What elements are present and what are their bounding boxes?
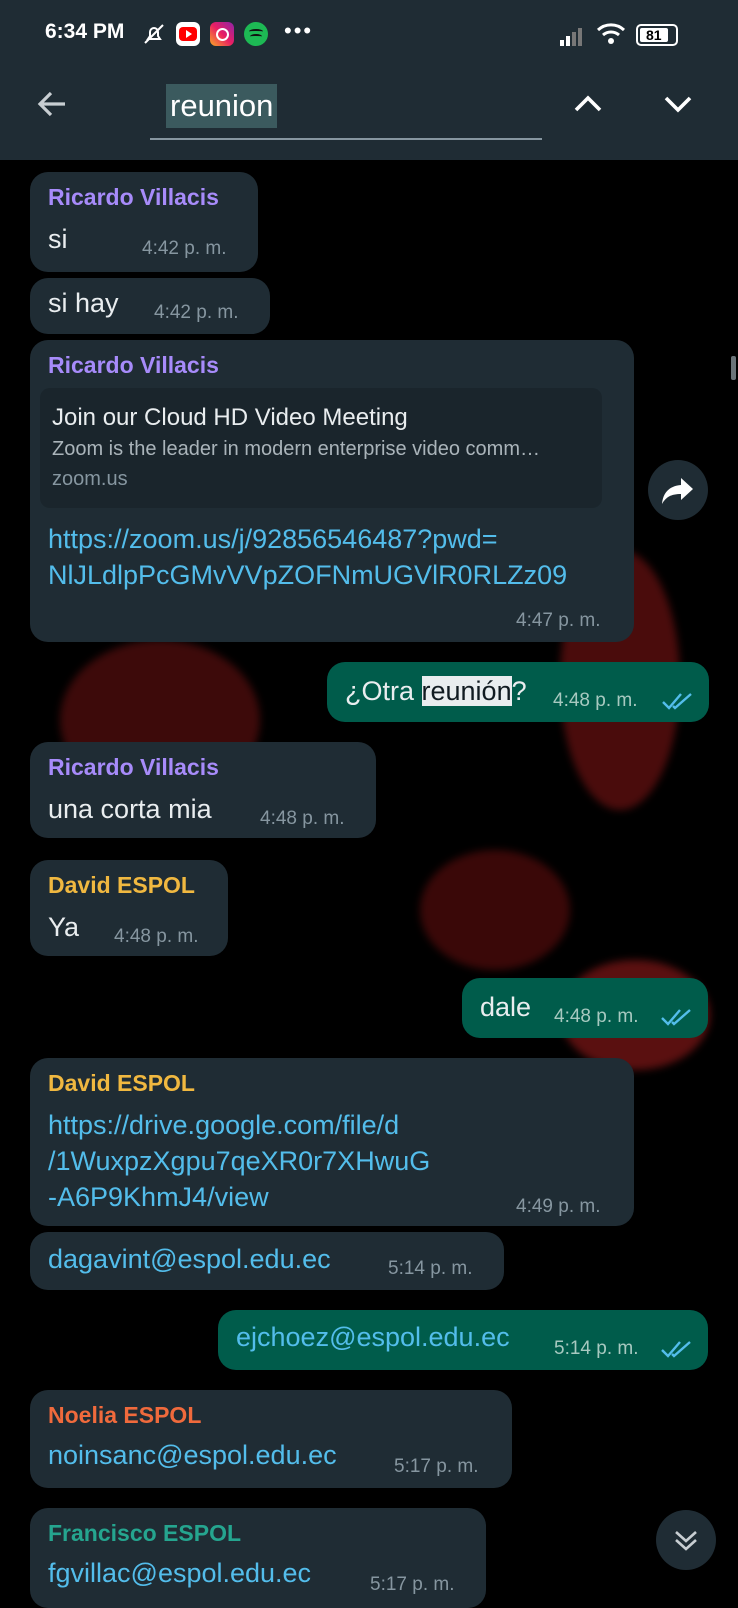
sender-name: David ESPOL (48, 1070, 195, 1096)
message-email[interactable]: fgvillac@espol.edu.ec (48, 1558, 311, 1589)
sender-name: Francisco ESPOL (48, 1520, 242, 1546)
back-arrow-icon[interactable] (35, 87, 69, 121)
text-before: ¿Otra (345, 676, 422, 706)
message-bubble[interactable]: ¿Otra reunión? 4:48 p. m. (327, 662, 709, 722)
message-time: 4:48 p. m. (553, 690, 638, 711)
message-time: 5:17 p. m. (394, 1456, 479, 1477)
instagram-icon (210, 22, 234, 46)
sender-name: Ricardo Villacis (48, 184, 219, 210)
sender-name: Ricardo Villacis (48, 352, 219, 378)
message-time: 4:42 p. m. (154, 302, 239, 323)
message-bubble[interactable]: dagavint@espol.edu.ec 5:14 p. m. (30, 1232, 504, 1290)
message-bubble[interactable]: Ricardo Villacis si 4:42 p. m. (30, 172, 258, 272)
message-time: 5:14 p. m. (554, 1338, 639, 1359)
message-link[interactable]: https://zoom.us/j/92856546487?pwd= (48, 524, 498, 555)
chevron-down-icon[interactable] (662, 92, 694, 116)
message-bubble[interactable]: ejchoez@espol.edu.ec 5:14 p. m. (218, 1310, 708, 1370)
wifi-icon (596, 23, 626, 44)
preview-title: Join our Cloud HD Video Meeting (52, 404, 408, 431)
message-text: si hay (48, 288, 119, 318)
message-time: 4:47 p. m. (516, 610, 601, 631)
sender-name: Ricardo Villacis (48, 754, 219, 780)
read-ticks-icon (661, 1009, 691, 1026)
preview-domain: zoom.us (52, 468, 128, 490)
message-text: una corta mia (48, 794, 212, 824)
search-input[interactable]: reunion (166, 84, 278, 128)
message-link[interactable]: NlJLdlpPcGMvVVpZOFNmUGVlR0RLZz09 (48, 560, 567, 591)
message-bubble[interactable]: Ricardo Villacis una corta mia 4:48 p. m… (30, 742, 376, 838)
message-time: 4:48 p. m. (260, 808, 345, 829)
link-preview[interactable]: Join our Cloud HD Video Meeting Zoom is … (40, 388, 602, 508)
battery-icon: 81 (636, 24, 678, 46)
message-bubble[interactable]: dale 4:48 p. m. (462, 978, 708, 1038)
chevron-up-icon[interactable] (572, 92, 604, 116)
message-bubble[interactable]: Noelia ESPOL noinsanc@espol.edu.ec 5:17 … (30, 1390, 512, 1488)
wallpaper-shape (420, 850, 570, 970)
message-text: dale (480, 992, 532, 1022)
youtube-icon (176, 22, 200, 46)
mute-icon (144, 24, 164, 44)
message-time: 5:14 p. m. (388, 1258, 473, 1279)
message-time: 4:42 p. m. (142, 238, 227, 259)
message-bubble[interactable]: si hay 4:42 p. m. (30, 278, 270, 334)
message-bubble[interactable]: David ESPOL Ya 4:48 p. m. (30, 860, 228, 956)
search-underline (150, 138, 542, 140)
message-email[interactable]: dagavint@espol.edu.ec (48, 1244, 331, 1275)
scrollbar[interactable] (731, 356, 736, 380)
scroll-down-button[interactable] (656, 1510, 716, 1570)
message-text: si (48, 224, 68, 254)
scroll-down-icon (675, 1531, 697, 1551)
read-ticks-icon (661, 1341, 691, 1358)
search-highlight: reunión (421, 676, 512, 706)
message-text: Ya (48, 912, 80, 942)
message-time: 4:48 p. m. (554, 1006, 639, 1027)
status-time: 6:34 PM (45, 20, 125, 43)
message-bubble[interactable]: Ricardo Villacis Join our Cloud HD Video… (30, 340, 634, 642)
message-bubble[interactable]: David ESPOL https://drive.google.com/fil… (30, 1058, 634, 1226)
message-email[interactable]: noinsanc@espol.edu.ec (48, 1440, 337, 1471)
signal-icon (560, 28, 582, 46)
sender-name: Noelia ESPOL (48, 1402, 202, 1428)
message-time: 4:48 p. m. (114, 926, 199, 947)
battery-level: 81 (646, 27, 662, 43)
share-button[interactable] (648, 460, 708, 520)
spotify-icon (244, 22, 268, 46)
share-icon (662, 478, 693, 504)
sender-name: David ESPOL (48, 872, 195, 898)
read-ticks-icon (662, 693, 692, 710)
top-bar: 6:34 PM ••• 81 reunion (0, 0, 738, 160)
message-time: 5:17 p. m. (370, 1574, 455, 1595)
message-time: 4:49 p. m. (516, 1196, 601, 1217)
message-bubble[interactable]: Francisco ESPOL fgvillac@espol.edu.ec 5:… (30, 1508, 486, 1608)
message-link[interactable]: /1WuxpzXgpu7qeXR0r7XHwuG (48, 1146, 430, 1177)
preview-description: Zoom is the leader in modern enterprise … (52, 438, 540, 460)
more-notifications: ••• (284, 18, 314, 43)
message-link[interactable]: https://drive.google.com/file/d (48, 1110, 399, 1141)
message-text: ¿Otra reunión? (345, 676, 527, 707)
message-email[interactable]: ejchoez@espol.edu.ec (236, 1322, 510, 1353)
text-after: ? (511, 676, 527, 706)
message-link[interactable]: -A6P9KhmJ4/view (48, 1182, 269, 1213)
